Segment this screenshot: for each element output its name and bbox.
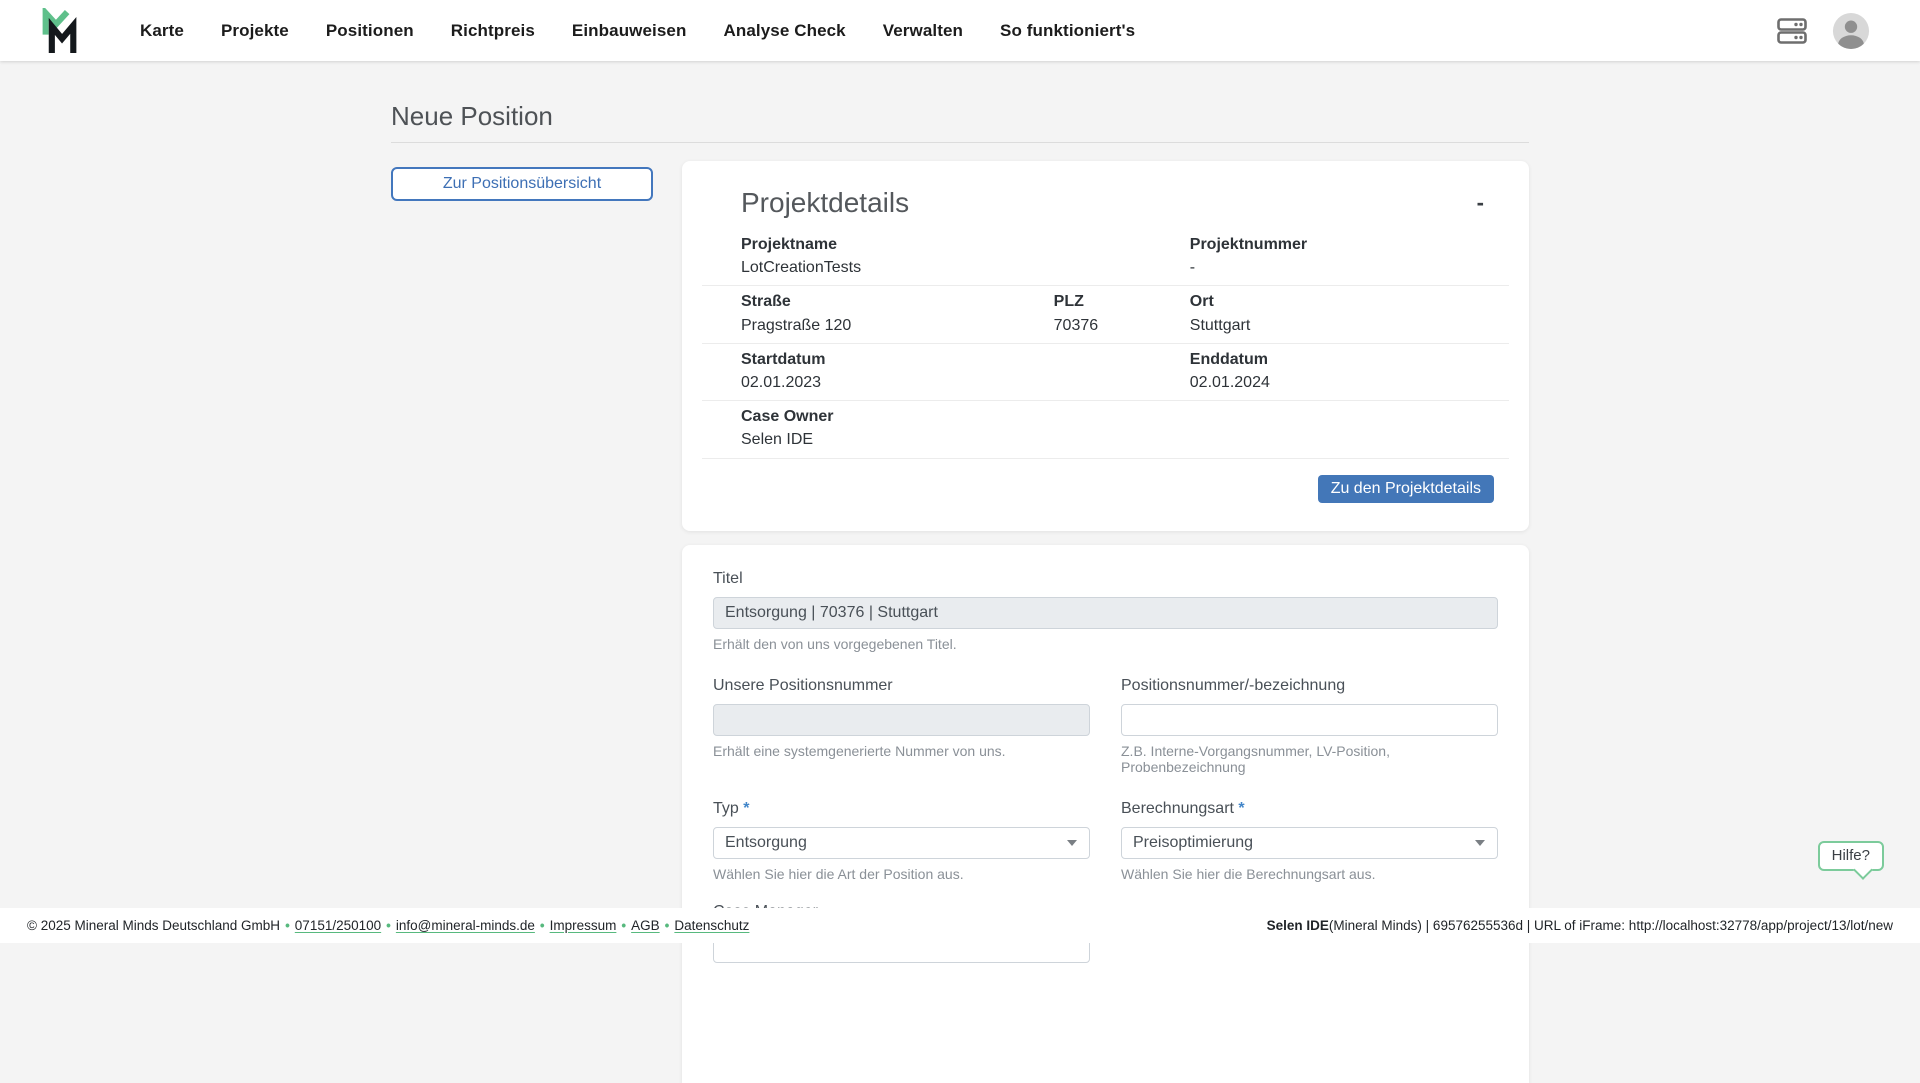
footer-separator: • xyxy=(621,918,626,933)
unsere-positionsnummer-helper-text: Erhält eine systemgenerierte Nummer von … xyxy=(713,743,1090,759)
nav-item-projekte[interactable]: Projekte xyxy=(221,21,289,41)
titel-input xyxy=(713,597,1498,629)
field-value: LotCreationTests xyxy=(741,258,1054,277)
navbar-right xyxy=(1776,12,1870,50)
titel-label: Titel xyxy=(713,569,1498,588)
collapse-minus-icon[interactable]: - xyxy=(1471,191,1490,215)
typ-label-text: Typ xyxy=(713,800,739,817)
chevron-down-icon xyxy=(1067,840,1077,846)
field-label: Startdatum xyxy=(741,350,1054,369)
footer-user-name: Selen IDE xyxy=(1267,918,1329,933)
top-navbar: Karte Projekte Positionen Richtpreis Ein… xyxy=(0,0,1920,61)
go-to-project-details-button[interactable]: Zu den Projektdetails xyxy=(1318,475,1494,503)
footer-user-info: Selen IDE (Mineral Minds) | 69576255536d… xyxy=(1267,918,1893,933)
positionsnummer-input[interactable] xyxy=(1121,704,1498,736)
unsere-positionsnummer-block: Unsere Positionsnummer Erhält eine syste… xyxy=(713,676,1090,775)
nav-item-positionen[interactable]: Positionen xyxy=(326,21,414,41)
main-navigation: Karte Projekte Positionen Richtpreis Ein… xyxy=(140,21,1135,41)
field-value: Stuttgart xyxy=(1190,316,1489,335)
footer-separator: • xyxy=(285,918,290,933)
field-enddatum: Enddatum 02.01.2024 xyxy=(1190,350,1489,392)
page-title: Neue Position xyxy=(391,101,1529,132)
field-projektname: Projektname LotCreationTests xyxy=(741,235,1054,277)
unsere-positionsnummer-input xyxy=(713,704,1090,736)
field-value: Selen IDE xyxy=(741,430,1054,449)
footer-left: © 2025 Mineral Minds Deutschland GmbH • … xyxy=(27,918,749,933)
nav-item-einbauweisen[interactable]: Einbauweisen xyxy=(572,21,687,41)
berechnungsart-selected-value: Preisoptimierung xyxy=(1133,834,1253,852)
field-label: PLZ xyxy=(1054,292,1190,311)
field-ort: Ort Stuttgart xyxy=(1190,292,1489,334)
field-strasse: Straße Pragstraße 120 xyxy=(741,292,1054,334)
footer-link-agb[interactable]: AGB xyxy=(631,918,660,933)
field-value: 02.01.2024 xyxy=(1190,373,1489,392)
field-case-owner: Case Owner Selen IDE xyxy=(741,407,1054,449)
server-icon[interactable] xyxy=(1776,17,1808,45)
typ-selected-value: Entsorgung xyxy=(725,834,807,852)
berechnungsart-block: Berechnungsart * Preisoptimierung Wählen… xyxy=(1121,799,1498,882)
project-details-table: Projektname LotCreationTests Projektnumm… xyxy=(702,229,1509,459)
positionsnummer-label: Positionsnummer/-bezeichnung xyxy=(1121,676,1498,695)
field-label: Enddatum xyxy=(1190,350,1489,369)
footer-separator: • xyxy=(665,918,670,933)
field-label: Projektname xyxy=(741,235,1054,254)
nav-item-analyse-check[interactable]: Analyse Check xyxy=(723,21,845,41)
titel-block: Titel Erhält den von uns vorgegebenen Ti… xyxy=(713,569,1498,652)
project-details-card: Projektdetails - Projektname LotCreation… xyxy=(682,161,1529,531)
positionsnummer-helper-text: Z.B. Interne-Vorgangsnummer, LV-Position… xyxy=(1121,743,1498,775)
field-value: Pragstraße 120 xyxy=(741,316,1054,335)
logo-icon xyxy=(40,8,80,53)
unsere-positionsnummer-label: Unsere Positionsnummer xyxy=(713,676,1090,695)
help-button[interactable]: Hilfe? xyxy=(1818,841,1884,871)
field-value: 70376 xyxy=(1054,316,1190,335)
back-to-positions-button[interactable]: Zur Positionsübersicht xyxy=(391,167,653,201)
field-label: Straße xyxy=(741,292,1054,311)
field-startdatum: Startdatum 02.01.2023 xyxy=(741,350,1054,392)
table-row: Case Owner Selen IDE xyxy=(702,401,1509,458)
nav-item-richtpreis[interactable]: Richtpreis xyxy=(451,21,535,41)
positionsnummer-block: Positionsnummer/-bezeichnung Z.B. Intern… xyxy=(1121,676,1498,775)
titel-helper-text: Erhält den von uns vorgegebenen Titel. xyxy=(713,636,1498,652)
mineral-minds-logo[interactable] xyxy=(40,8,80,53)
project-details-title: Projektdetails xyxy=(741,187,1490,219)
nav-item-karte[interactable]: Karte xyxy=(140,21,184,41)
required-asterisk: * xyxy=(743,800,749,817)
page-footer: © 2025 Mineral Minds Deutschland GmbH • … xyxy=(0,908,1920,943)
new-position-form-card: Titel Erhält den von uns vorgegebenen Ti… xyxy=(682,545,1529,1083)
user-avatar[interactable] xyxy=(1832,12,1870,50)
footer-link-email[interactable]: info@mineral-minds.de xyxy=(396,918,535,933)
chevron-down-icon xyxy=(1475,840,1485,846)
berechnungsart-label-text: Berechnungsart xyxy=(1121,800,1234,817)
footer-link-phone[interactable]: 07151/250100 xyxy=(295,918,381,933)
nav-item-verwalten[interactable]: Verwalten xyxy=(883,21,963,41)
field-label: Case Owner xyxy=(741,407,1054,426)
required-asterisk: * xyxy=(1238,800,1244,817)
table-row: Straße Pragstraße 120 PLZ 70376 Ort Stut… xyxy=(702,286,1509,343)
footer-separator: • xyxy=(386,918,391,933)
footer-user-details: (Mineral Minds) | 69576255536d | URL of … xyxy=(1329,918,1893,933)
left-column: Zur Positionsübersicht xyxy=(391,161,653,201)
table-row: Projektname LotCreationTests Projektnumm… xyxy=(702,229,1509,286)
berechnungsart-select[interactable]: Preisoptimierung xyxy=(1121,827,1498,859)
field-projektnummer: Projektnummer - xyxy=(1190,235,1489,277)
berechnungsart-label: Berechnungsart * xyxy=(1121,799,1498,818)
copyright-text: © 2025 Mineral Minds Deutschland GmbH xyxy=(27,918,280,933)
typ-label: Typ * xyxy=(713,799,1090,818)
title-divider xyxy=(391,142,1529,143)
typ-block: Typ * Entsorgung Wählen Sie hier die Art… xyxy=(713,799,1090,882)
field-value: 02.01.2023 xyxy=(741,373,1054,392)
field-value: - xyxy=(1190,258,1489,277)
typ-select[interactable]: Entsorgung xyxy=(713,827,1090,859)
field-plz: PLZ 70376 xyxy=(1054,292,1190,334)
field-label: Projektnummer xyxy=(1190,235,1489,254)
footer-link-datenschutz[interactable]: Datenschutz xyxy=(674,918,749,933)
nav-item-so-funktionierts[interactable]: So funktioniert's xyxy=(1000,21,1135,41)
table-row: Startdatum 02.01.2023 Enddatum 02.01.202… xyxy=(702,344,1509,401)
footer-separator: • xyxy=(540,918,545,933)
berechnungsart-helper-text: Wählen Sie hier die Berechnungsart aus. xyxy=(1121,866,1498,882)
typ-helper-text: Wählen Sie hier die Art der Position aus… xyxy=(713,866,1090,882)
field-label: Ort xyxy=(1190,292,1489,311)
right-column: Projektdetails - Projektname LotCreation… xyxy=(682,161,1529,1083)
footer-link-impressum[interactable]: Impressum xyxy=(550,918,617,933)
